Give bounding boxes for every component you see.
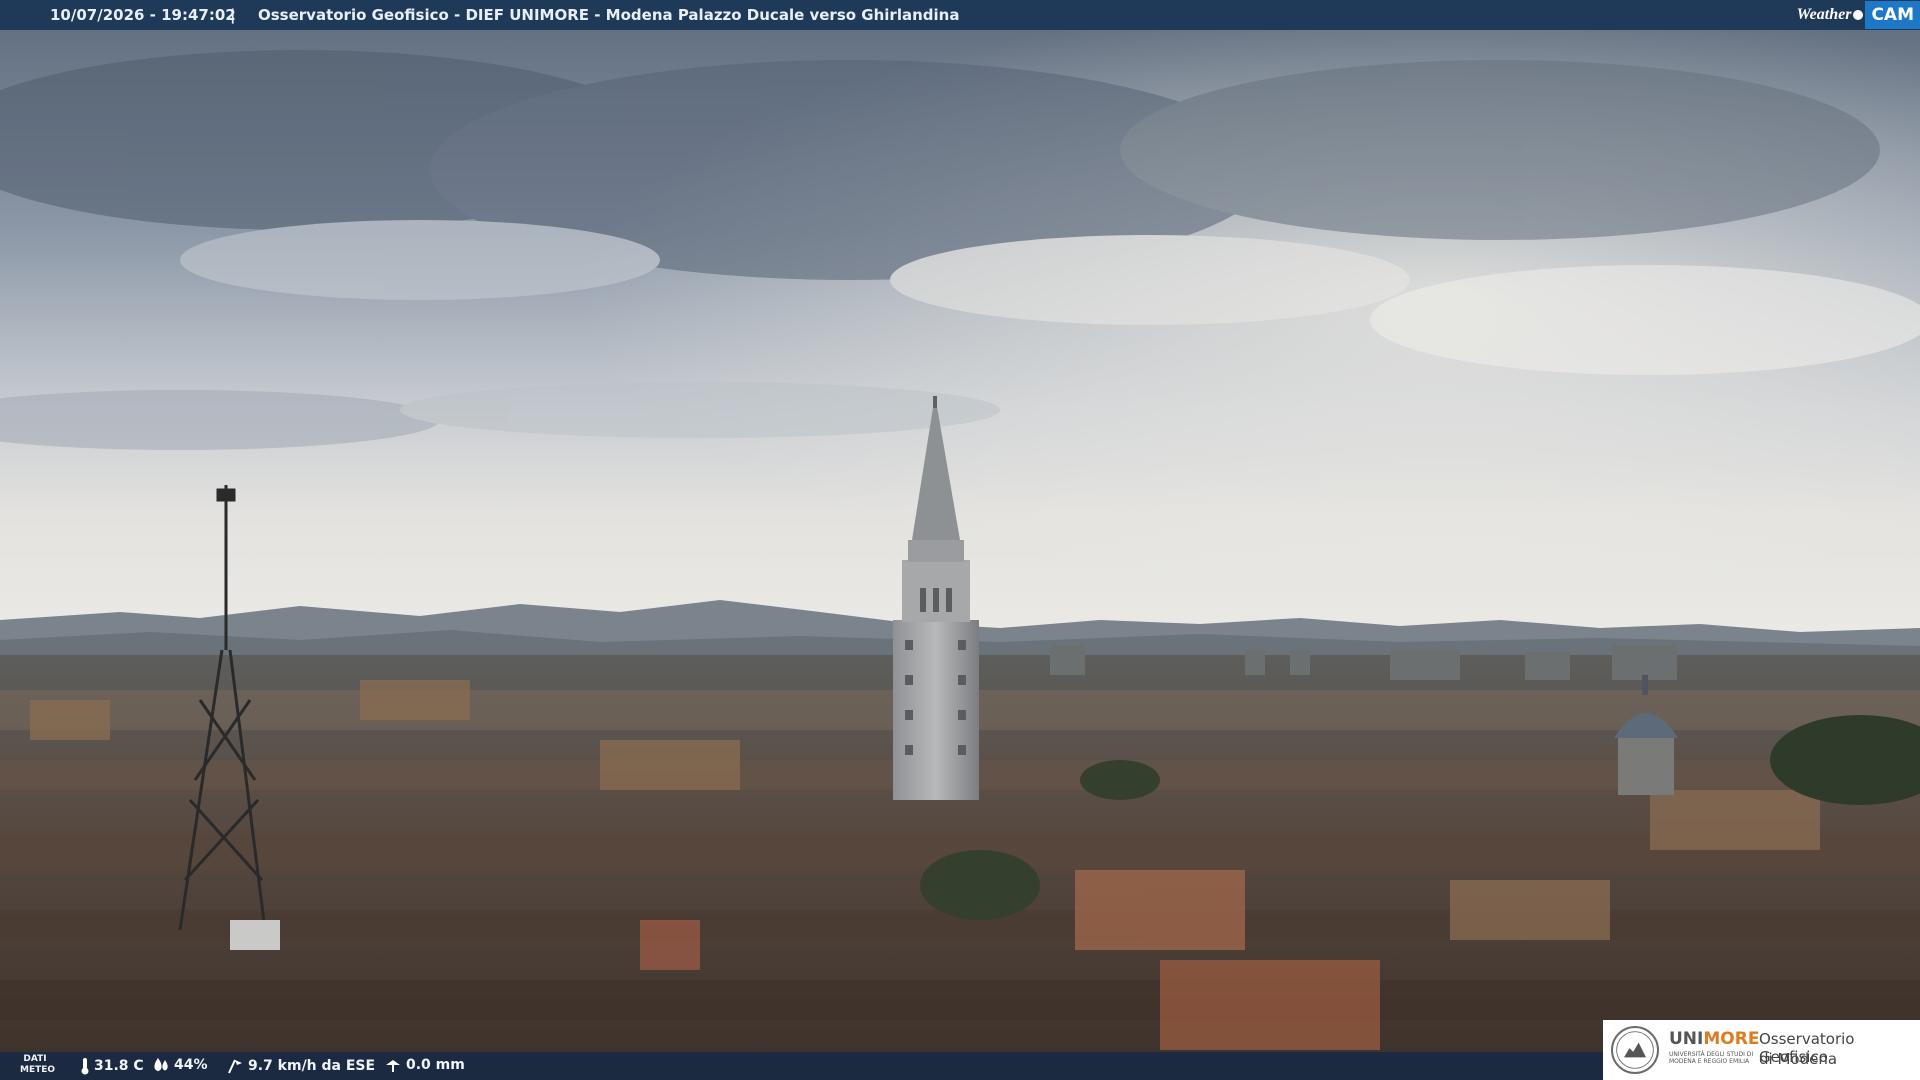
separator: |: [230, 6, 236, 24]
thermometer-icon: [81, 1058, 89, 1075]
observatory-title-line2: di Modena: [1759, 1050, 1838, 1068]
meteo-label-line2: METEO: [20, 1065, 56, 1075]
meteo-label-line1: DATI: [23, 1054, 47, 1064]
wind-item: 9.7 km/h da ESE: [226, 1057, 375, 1075]
unimore-more: MORE: [1703, 1029, 1760, 1049]
webcam-scene: [0, 0, 1920, 1080]
university-seal-icon: [1611, 1026, 1659, 1074]
timestamp: 10/07/2026 - 19:47:02: [50, 6, 236, 24]
unimore-wordmark: UNIMORE: [1669, 1029, 1759, 1049]
temperature-value: 31.8 C: [94, 1058, 144, 1074]
unimore-subtitle: UNIVERSITÀ DEGLI STUDI DI MODENA E REGGI…: [1669, 1051, 1754, 1065]
unimore-uni: UNI: [1669, 1029, 1704, 1049]
wind-value: 9.7 km/h da ESE: [248, 1058, 376, 1074]
brand-cam: CAM: [1865, 1, 1920, 29]
humidity-item: 44%: [152, 1057, 208, 1073]
wind-icon: [228, 1059, 242, 1074]
rain-value: 0.0 mm: [406, 1057, 465, 1073]
meteo-label: DATI METEO: [20, 1054, 56, 1076]
brand-weather: Weather: [1796, 6, 1852, 23]
rain-item: 0.0 mm: [384, 1057, 465, 1073]
camera-title: Osservatorio Geofisico - DIEF UNIMORE - …: [258, 6, 960, 24]
brand-dot-icon: [1853, 10, 1864, 20]
temperature-item: 31.8 C: [80, 1057, 144, 1075]
humidity-icon: [154, 1058, 168, 1071]
weathercam-logo: Weather CAM: [1797, 0, 1920, 30]
camera-info-bar: 10/07/2026 - 19:47:02 | Osservatorio Geo…: [0, 0, 1920, 30]
unimore-logo: UNIMORE UNIVERSITÀ DEGLI STUDI DI MODENA…: [1603, 1020, 1920, 1080]
rain-gauge-icon: [386, 1060, 400, 1072]
humidity-value: 44%: [174, 1057, 208, 1073]
